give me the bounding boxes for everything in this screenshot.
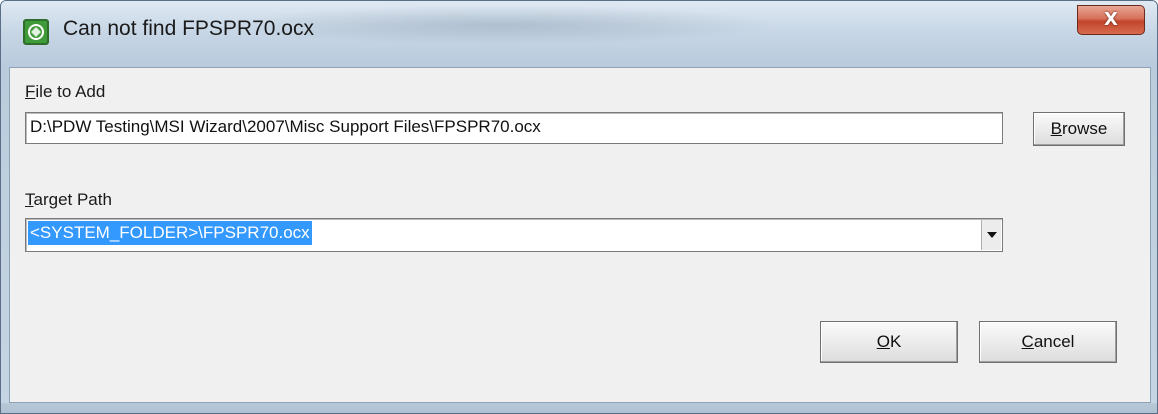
- ok-button[interactable]: OK: [820, 321, 958, 363]
- title-bar[interactable]: Can not find FPSPR70.ocx X: [1, 1, 1157, 67]
- cancel-button[interactable]: Cancel: [979, 321, 1117, 363]
- target-path-label: Target Path: [25, 190, 112, 209]
- browse-button[interactable]: Browse: [1033, 112, 1125, 146]
- dropdown-arrow-icon[interactable]: [981, 220, 1001, 250]
- target-path-combobox[interactable]: <SYSTEM_FOLDER>\FPSPR70.ocx: [25, 218, 1003, 252]
- app-window-icon[interactable]: [23, 19, 49, 45]
- target-path-selected-text: <SYSTEM_FOLDER>\FPSPR70.ocx: [28, 221, 312, 245]
- file-to-add-label: File to Add: [25, 82, 106, 101]
- file-to-add-value: D:\PDW Testing\MSI Wizard\2007\Misc Supp…: [30, 117, 541, 136]
- dialog-window: Can not find FPSPR70.ocx X File to Add D…: [0, 0, 1158, 414]
- dialog-body: File to Add D:\PDW Testing\MSI Wizard\20…: [9, 67, 1151, 403]
- close-button[interactable]: X: [1077, 5, 1145, 35]
- close-icon: X: [1104, 9, 1118, 30]
- file-to-add-input[interactable]: D:\PDW Testing\MSI Wizard\2007\Misc Supp…: [25, 112, 1003, 144]
- window-title: Can not find FPSPR70.ocx: [63, 17, 314, 40]
- window-bottom-border: [1, 403, 1157, 413]
